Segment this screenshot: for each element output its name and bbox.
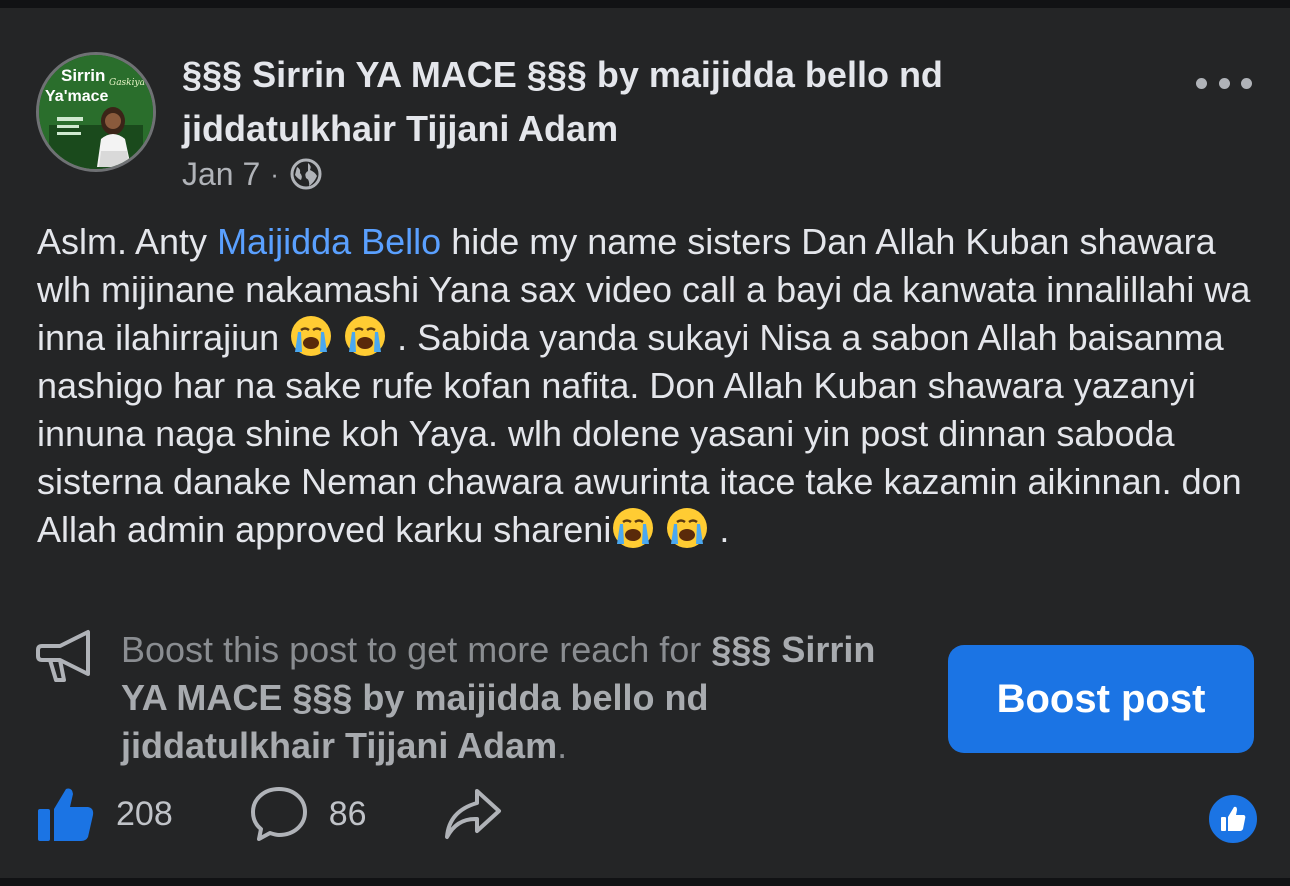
mention-link[interactable]: Maijidda Bello <box>217 221 441 262</box>
like-button[interactable]: 208 <box>36 785 173 843</box>
more-dot <box>1241 77 1252 89</box>
loudly-crying-face-icon <box>667 508 708 548</box>
globe-icon[interactable] <box>289 157 323 191</box>
loudly-crying-face-icon <box>291 316 332 356</box>
page-avatar[interactable]: Sirrin Gaskiya Ya'mace <box>36 52 156 172</box>
boost-prefix: Boost this post to get more reach for <box>121 629 712 670</box>
post-author-title[interactable]: §§§ Sirrin YA MACE §§§ by maijidda bello… <box>182 48 1082 156</box>
avatar-text-sirrin: Sirrin <box>61 66 105 85</box>
share-arrow-icon <box>444 789 501 839</box>
loudly-crying-face-icon <box>613 508 654 548</box>
avatar-text-yamace: Ya'mace <box>45 88 109 105</box>
comment-bubble-icon <box>250 787 307 841</box>
body-text-part1: Aslm. Anty <box>37 221 218 262</box>
megaphone-icon <box>36 630 90 682</box>
post-card: Sirrin Gaskiya Ya'mace §§§ Sirrin YA MAC… <box>0 8 1290 878</box>
thumbs-up-small-icon <box>1221 806 1246 831</box>
more-horizontal-icon[interactable] <box>1196 70 1252 96</box>
like-reaction-icon[interactable] <box>1206 792 1260 846</box>
boost-post-button[interactable]: Boost post <box>948 645 1254 753</box>
more-dot <box>1218 77 1230 89</box>
boost-suffix: . <box>557 725 568 766</box>
boost-section: Boost this post to get more reach for §§… <box>36 628 1256 778</box>
post-meta: Jan 7 · <box>182 154 323 194</box>
avatar-image: Sirrin Gaskiya Ya'mace <box>39 55 153 169</box>
comment-button[interactable]: 86 <box>249 785 367 843</box>
body-text-part4: . <box>709 509 730 550</box>
like-count: 208 <box>116 794 173 833</box>
avatar-text-script: Gaskiya <box>109 78 145 88</box>
comment-count: 86 <box>328 794 367 833</box>
share-button[interactable] <box>443 785 503 843</box>
loudly-crying-face-icon <box>345 316 386 356</box>
more-dot <box>1196 77 1207 89</box>
thumbs-up-icon <box>38 788 94 841</box>
post-actions: 208 86 <box>36 784 579 844</box>
meta-separator: · <box>270 158 279 189</box>
post-date[interactable]: Jan 7 <box>182 156 260 193</box>
post-body: Aslm. Anty Maijidda Bello hide my name s… <box>37 218 1262 554</box>
boost-prompt: Boost this post to get more reach for §§… <box>121 626 921 770</box>
